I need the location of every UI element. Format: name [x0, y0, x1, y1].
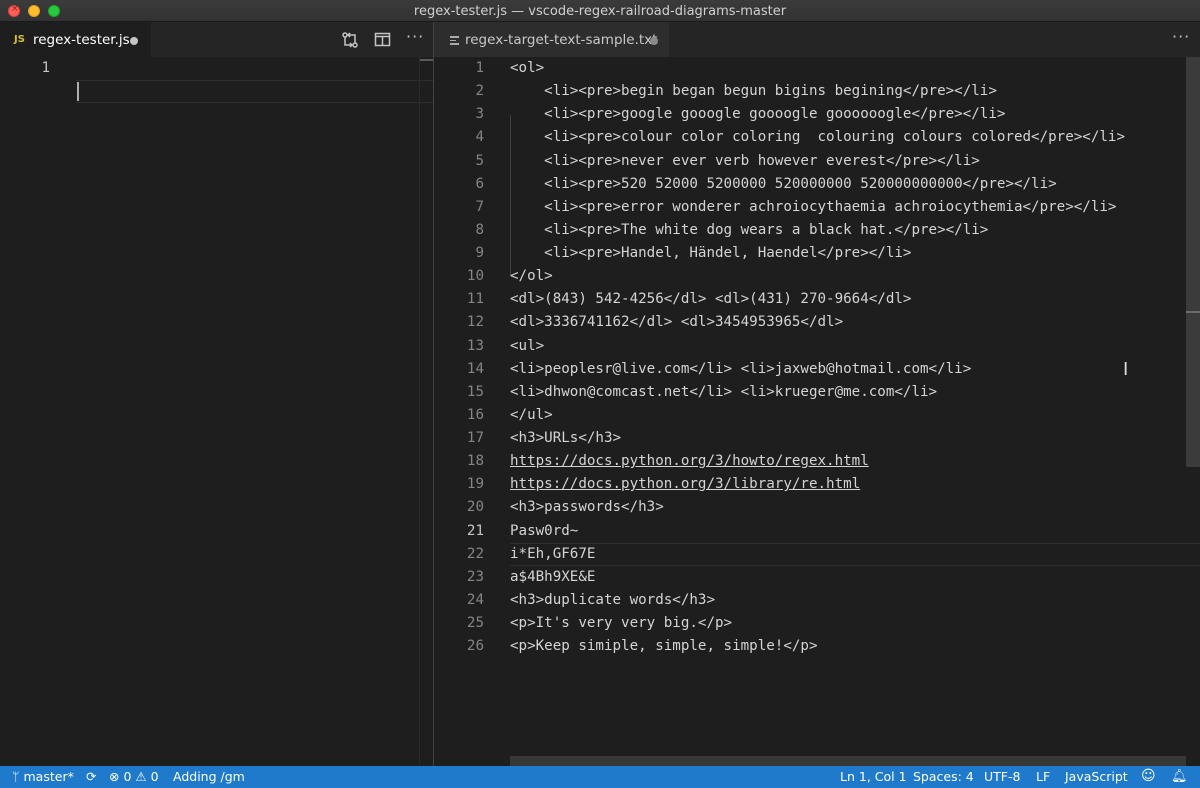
more-actions-icon[interactable]: ··· — [1172, 27, 1190, 46]
line-number: 23 — [466, 568, 484, 585]
line-number: 7 — [475, 198, 484, 215]
line-number: 1 — [41, 60, 50, 76]
code-line: <li><pre>The white dog wears a black hat… — [510, 221, 989, 238]
unsaved-dot-icon[interactable] — [650, 37, 658, 45]
notifications-bell-icon[interactable]: 🔔︎ — [1171, 769, 1188, 784]
horizontal-scrollbar[interactable] — [510, 756, 1186, 766]
error-icon: ⊗ — [109, 769, 120, 784]
line-number: 12 — [466, 314, 484, 331]
end-of-line[interactable]: LF — [1036, 769, 1050, 784]
code-line: a$4Bh9XE&E — [510, 568, 596, 585]
split-editor-icon[interactable] — [374, 31, 391, 52]
tab-regex-target-text-sample[interactable]: regex-target-text-sample.txt — [434, 22, 669, 57]
code-line: <ul> — [510, 337, 545, 354]
feedback-smiley-icon[interactable]: ☺ — [1141, 768, 1156, 784]
line-number: 1 — [475, 60, 484, 76]
line-number: 19 — [466, 476, 484, 493]
url-link-line[interactable]: https://docs.python.org/3/library/re.htm… — [510, 473, 1125, 496]
js-file-icon: JS — [14, 34, 25, 45]
code-line: <p>It's very very big.</p> — [510, 615, 733, 631]
scrollbar-marker — [1186, 311, 1200, 313]
warning-icon: ⚠ — [135, 769, 147, 784]
indentation[interactable]: Spaces: 4 — [913, 769, 974, 784]
code-area[interactable]: <ol> <li><pre>begin began begun bigins b… — [510, 57, 1125, 658]
sync-icon[interactable]: ⟳ — [86, 769, 96, 784]
scrollbar-thumb[interactable] — [1186, 57, 1200, 467]
right-gutter: 1 2 3 4 5 6 7 8 9 10 11 12 13 14 15 16 17 18 19 20 21 22 23 24 2… — [434, 57, 484, 658]
ibeam-cursor-icon: I — [1123, 359, 1129, 380]
language-mode[interactable]: JavaScript — [1065, 769, 1128, 784]
code-line: <li><pre>begin began begun bigins begini… — [510, 83, 997, 100]
text-cursor — [77, 82, 79, 101]
line-number: 13 — [466, 337, 484, 354]
tab-label: regex-target-text-sample.txt — [465, 32, 658, 48]
problems-indicator[interactable]: ⊗ 0 ⚠ 0 — [109, 769, 159, 784]
code-line: <li><pre>google gooogle goooogle goooooo… — [510, 106, 1006, 123]
title-bar: × regex-tester.js — vscode-regex-railroa… — [0, 0, 1200, 22]
line-number: 6 — [475, 175, 484, 192]
code-line: <li><pre>colour color coloring colouring… — [510, 129, 1125, 146]
left-gutter: 1 — [0, 57, 50, 80]
code-line: <li><pre>error wonderer achroiocythaemia… — [510, 198, 1117, 215]
window-title: regex-tester.js — vscode-regex-railroad-… — [413, 4, 787, 19]
code-line: <dl>3336741162</dl> <dl>3454953965</dl> — [510, 314, 844, 331]
left-scrollbar[interactable] — [419, 57, 434, 766]
code-line: </ol> — [510, 268, 553, 285]
vertical-scrollbar[interactable] — [1186, 57, 1200, 766]
code-line: Pasw0rd~ — [510, 522, 579, 539]
tab-regex-tester-js[interactable]: JS regex-tester.js — [0, 22, 151, 57]
unsaved-dot-icon[interactable] — [130, 37, 138, 45]
left-editor-group: JS regex-tester.js ··· 1 — [0, 22, 434, 766]
code-line: <h3>URLs</h3> — [510, 430, 622, 446]
line-number: 4 — [475, 129, 484, 146]
code-line: <dl>(843) 542-4256</dl> <dl>(431) 270-96… — [510, 291, 912, 308]
line-number: 8 — [475, 221, 484, 238]
encoding[interactable]: UTF-8 — [984, 769, 1020, 784]
right-tab-bar: regex-target-text-sample.txt ··· — [434, 22, 1200, 57]
code-line: <li><pre>never ever verb however everest… — [510, 152, 980, 169]
line-number: 16 — [466, 406, 484, 423]
cursor-position[interactable]: Ln 1, Col 1 — [840, 769, 907, 784]
right-editor-group: regex-target-text-sample.txt ··· 1234567… — [434, 22, 1200, 766]
code-line: <h3>duplicate words</h3> — [510, 591, 715, 608]
status-message: Adding /gm — [173, 769, 245, 784]
left-tab-bar: JS regex-tester.js ··· — [0, 22, 433, 57]
more-actions-icon[interactable]: ··· — [406, 27, 424, 46]
line-number: 2 — [475, 83, 484, 100]
line-number: 17 — [466, 430, 484, 446]
line-number: 5 — [475, 152, 484, 169]
line-number: 15 — [466, 383, 484, 400]
branch-indicator[interactable]: ᛘ master* — [12, 769, 74, 784]
line-number: 25 — [466, 615, 484, 631]
line-number: 10 — [466, 268, 484, 285]
line-number: 24 — [466, 591, 484, 608]
open-changes-icon[interactable] — [341, 31, 359, 53]
tab-label: regex-tester.js — [33, 32, 130, 48]
code-line: </ul> — [510, 406, 553, 423]
git-branch-icon: ᛘ — [12, 769, 20, 784]
text-file-icon — [450, 36, 459, 45]
status-bar: ᛘ master* ⟳ ⊗ 0 ⚠ 0 Adding /gm Ln 1, Col… — [0, 766, 1200, 788]
code-line: <h3>passwords</h3> — [510, 499, 664, 516]
code-line: <p>Keep simiple, simple, simple!</p> — [510, 638, 818, 655]
code-line: <li>peoplesr@live.com</li> <li>jaxweb@ho… — [510, 360, 972, 377]
code-line: <li><pre>Handel, Händel, Haendel</pre></… — [510, 245, 912, 261]
code-line: <ol> — [510, 60, 545, 76]
code-line: <li>dhwon@comcast.net</li> <li>krueger@m… — [510, 383, 938, 400]
line-number: 26 — [466, 638, 484, 655]
line-number: 20 — [466, 499, 484, 516]
line-number: 21 — [466, 522, 484, 539]
line-number: 18 — [466, 453, 484, 470]
line-number: 9 — [475, 245, 484, 261]
line-number: 3 — [475, 106, 484, 123]
line-number: 22 — [466, 545, 484, 562]
current-line-highlight — [76, 80, 433, 103]
code-line: <li><pre>520 52000 5200000 520000000 520… — [510, 175, 1057, 192]
line-number: 11 — [466, 291, 484, 308]
url-link-line[interactable]: https://docs.python.org/3/howto/regex.ht… — [510, 450, 1125, 473]
code-line: i*Eh,GF67E — [510, 545, 596, 562]
line-number: 14 — [466, 360, 484, 377]
